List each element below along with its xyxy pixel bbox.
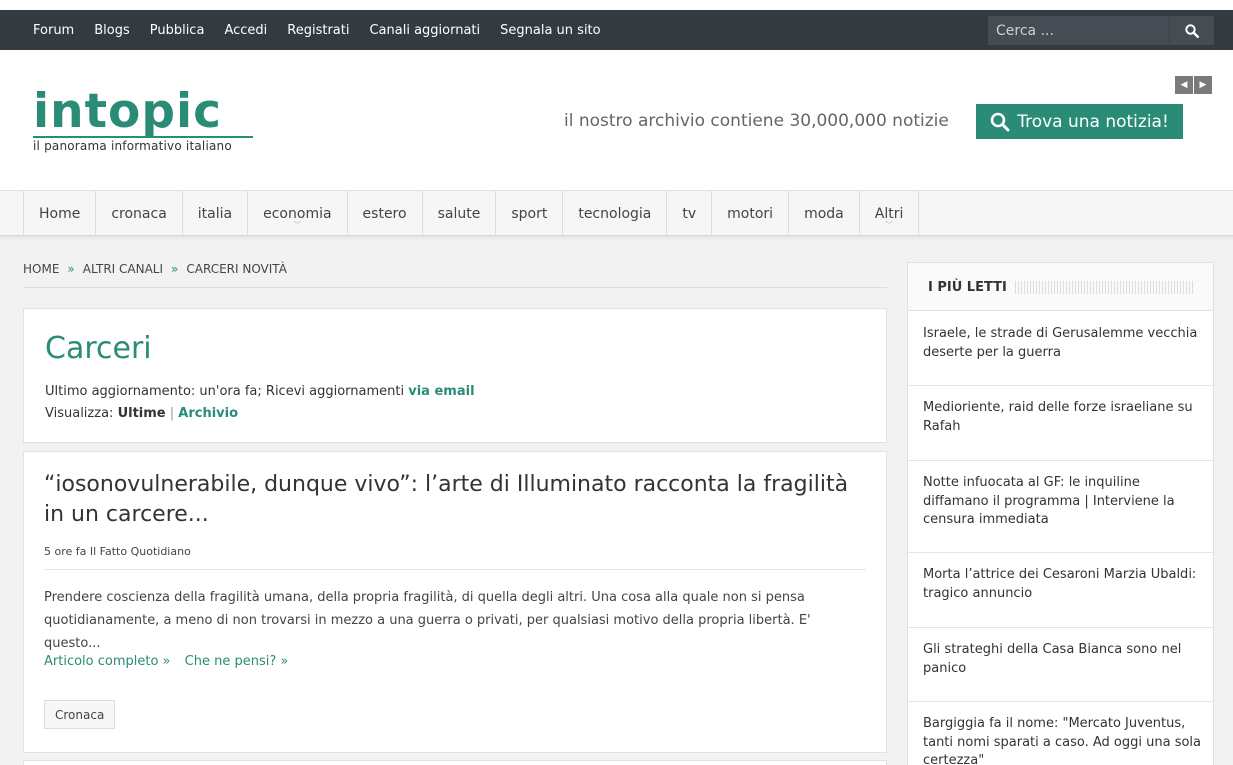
article-title[interactable]: “iosonovulnerabile, dunque vivo”: l’arte…: [44, 470, 864, 530]
nav-home[interactable]: Home: [24, 191, 97, 236]
search-button[interactable]: [1169, 16, 1214, 45]
nav-italia-label: italia: [197, 205, 233, 222]
full-article-link[interactable]: Articolo completo »: [44, 654, 171, 669]
topnav-canali-aggiornati[interactable]: Canali aggiornati: [369, 23, 480, 38]
nav-cronaca-label: cronaca: [111, 205, 167, 222]
divider: [44, 569, 866, 570]
view-label: Visualizza:: [45, 406, 114, 421]
nav-motori[interactable]: motori: [712, 191, 790, 236]
search-icon: [1185, 23, 1199, 38]
comment-link[interactable]: Che ne pensi? »: [185, 654, 289, 669]
view-current: Ultime: [117, 406, 166, 421]
list-item[interactable]: Notte infuocata al GF: le inquiline diff…: [908, 461, 1213, 553]
most-read-sidebar: I PIÙ LETTI Israele, le strade di Gerusa…: [907, 262, 1214, 765]
nav-cronaca[interactable]: cronaca: [96, 191, 183, 236]
view-switch: Visualizza: Ultime | Archivio: [45, 406, 238, 421]
topnav-pubblica[interactable]: Pubblica: [150, 23, 205, 38]
next-article-card: [23, 760, 887, 765]
chevron-right-icon: »: [67, 262, 75, 276]
sidebar-header: I PIÙ LETTI: [908, 263, 1213, 311]
nav-tv[interactable]: tv: [667, 191, 713, 236]
search-icon: [990, 112, 1010, 131]
find-news-button[interactable]: Trova una notizia!: [976, 104, 1183, 139]
breadcrumb-current: CARCERI NOVITÀ: [186, 262, 287, 276]
list-item-title: Medioriente, raid delle forze israeliane…: [923, 400, 1193, 434]
list-item-title: Notte infuocata al GF: le inquiline diff…: [923, 475, 1175, 527]
topnav-blogs[interactable]: Blogs: [94, 23, 130, 38]
category-tag[interactable]: Cronaca: [44, 700, 116, 729]
logo-tagline: il panorama informativo italiano: [33, 139, 232, 153]
nav-tv-label: tv: [682, 205, 697, 222]
breadcrumb-altri-canali[interactable]: ALTRI CANALI: [83, 262, 163, 276]
nav-shadow: [0, 236, 1233, 241]
chevron-down-icon: ﹀: [293, 221, 301, 229]
nav-salute-label: salute: [437, 205, 481, 222]
view-archive-link[interactable]: Archivio: [178, 406, 238, 421]
list-item-title: Israele, le strade di Gerusalemme vecchi…: [923, 326, 1198, 360]
list-item[interactable]: Morta l’attrice dei Cesaroni Marzia Ubal…: [908, 553, 1213, 628]
email-subscribe-link[interactable]: via email: [408, 384, 474, 399]
view-separator: |: [169, 406, 175, 421]
nav-moda-label: moda: [804, 205, 844, 222]
update-text: Ultimo aggiornamento: un'ora fa; Ricevi …: [45, 384, 405, 399]
article-excerpt: Prendere coscienza della fragilità umana…: [44, 590, 811, 651]
nav-motori-label: motori: [727, 205, 774, 222]
article-meta: 5 ore fa Il Fatto Quotidiano: [44, 545, 191, 558]
breadcrumb-home[interactable]: HOME: [23, 262, 59, 276]
nav-tecnologia-label: tecnologia: [578, 205, 652, 222]
site-logo[interactable]: intopic il panorama informativo italiano: [33, 88, 253, 153]
nav-sport[interactable]: sport: [496, 191, 564, 236]
chevron-right-icon: »: [171, 262, 179, 276]
nav-tecnologia[interactable]: tecnologia: [563, 191, 668, 236]
nav-home-label: Home: [39, 205, 81, 222]
site-header: intopic il panorama informativo italiano…: [0, 50, 1233, 190]
page-title: Carceri: [45, 331, 152, 366]
main-nav: Home cronaca italia economia ﹀ estero sal…: [0, 190, 1233, 236]
article-card: “iosonovulnerabile, dunque vivo”: l’arte…: [23, 451, 887, 753]
list-item[interactable]: Gli strateghi della Casa Bianca sono nel…: [908, 628, 1213, 702]
sidebar-title: I PIÙ LETTI: [928, 280, 1007, 295]
nav-italia[interactable]: italia: [183, 191, 249, 236]
nav-sport-label: sport: [511, 205, 548, 222]
topnav-forum[interactable]: Forum: [33, 23, 74, 38]
top-nav: Forum Blogs Pubblica Accedi Registrati C…: [23, 10, 611, 50]
nav-salute[interactable]: salute: [423, 191, 497, 236]
topnav-accedi[interactable]: Accedi: [224, 23, 267, 38]
nav-estero-label: estero: [362, 205, 407, 222]
topnav-segnala-sito[interactable]: Segnala un sito: [500, 23, 600, 38]
top-white-strip: [0, 0, 1233, 10]
list-item-title: Gli strateghi della Casa Bianca sono nel…: [923, 642, 1182, 676]
prev-arrow-button[interactable]: ◀: [1175, 76, 1193, 94]
nav-moda[interactable]: moda: [789, 191, 860, 236]
next-arrow-button[interactable]: ▶: [1194, 76, 1212, 94]
header-pattern: [1015, 281, 1195, 294]
list-item-title: Bargiggia fa il nome: "Mercato Juventus,…: [923, 716, 1201, 765]
archive-count-text: il nostro archivio contiene 30,000,000 n…: [564, 111, 949, 131]
breadcrumb: HOME » ALTRI CANALI » CARCERI NOVITÀ: [23, 262, 887, 288]
topnav-registrati[interactable]: Registrati: [287, 23, 349, 38]
nav-economia[interactable]: economia ﹀: [248, 191, 348, 236]
logo-text: intopic: [33, 84, 222, 139]
slider-arrows: ◀ ▶: [1174, 76, 1212, 94]
list-item-title: Morta l’attrice dei Cesaroni Marzia Ubal…: [923, 567, 1197, 601]
chevron-down-icon: ﹀: [885, 221, 893, 229]
top-bar: Forum Blogs Pubblica Accedi Registrati C…: [0, 10, 1233, 50]
nav-altri[interactable]: Altri ﹀: [860, 191, 920, 236]
nav-estero[interactable]: estero: [348, 191, 423, 236]
channel-header-card: Carceri Ultimo aggiornamento: un'ora fa;…: [23, 308, 887, 443]
list-item[interactable]: Bargiggia fa il nome: "Mercato Juventus,…: [908, 702, 1213, 765]
find-news-label: Trova una notizia!: [1017, 111, 1169, 132]
update-info: Ultimo aggiornamento: un'ora fa; Ricevi …: [45, 384, 475, 399]
search-input[interactable]: Cerca ...: [988, 16, 1169, 45]
list-item[interactable]: Israele, le strade di Gerusalemme vecchi…: [908, 311, 1213, 386]
article-links: Articolo completo » Che ne pensi? »: [44, 654, 298, 669]
list-item[interactable]: Medioriente, raid delle forze israeliane…: [908, 386, 1213, 461]
